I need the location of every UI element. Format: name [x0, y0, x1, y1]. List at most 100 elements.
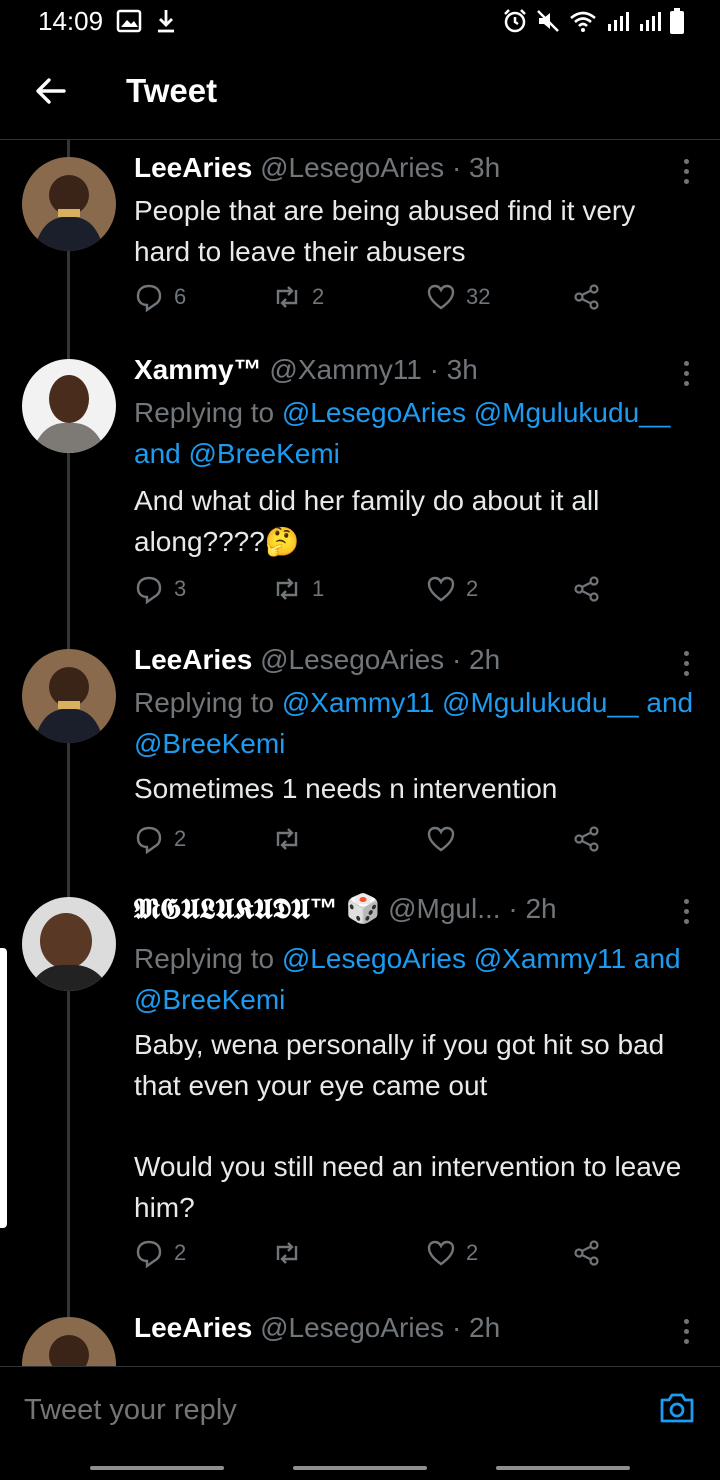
- mention-link[interactable]: @Mgulukudu__: [474, 397, 671, 428]
- status-bar: 14:09: [0, 0, 720, 44]
- reply-button[interactable]: 6: [134, 282, 186, 312]
- tweet[interactable]: LeeAries @LesegoAries · 2h: [0, 1312, 720, 1366]
- like-button[interactable]: 32: [426, 282, 490, 312]
- like-count: 2: [466, 576, 479, 601]
- tweet-author-handle[interactable]: @LesegoAries: [260, 152, 444, 183]
- tweet-text: People that are being abused find it ver…: [134, 195, 636, 267]
- tweet-author-name[interactable]: 𝕸𝕲𝖀𝕷𝖀𝕶𝖀𝕯𝖀™ 🎲: [134, 893, 380, 924]
- replying-to-label: Replying to: [134, 687, 275, 718]
- mention-link[interactable]: @Xammy11: [282, 687, 434, 718]
- heart-icon: [427, 284, 455, 310]
- more-options-icon[interactable]: [678, 648, 694, 678]
- mention-link[interactable]: @Xammy11: [474, 943, 626, 974]
- retweet-icon: [276, 286, 298, 308]
- reply-count: 3: [174, 576, 187, 601]
- like-button[interactable]: [426, 824, 456, 854]
- mention-link[interactable]: @LesegoAries: [282, 943, 466, 974]
- gallery-icon: [116, 9, 142, 33]
- reply-button[interactable]: 2: [134, 824, 186, 854]
- mention-link[interactable]: @BreeKemi: [134, 984, 285, 1015]
- avatar[interactable]: [22, 1317, 116, 1366]
- avatar[interactable]: [22, 897, 116, 991]
- nav-recents[interactable]: [90, 1466, 224, 1470]
- replying-to: Replying to @Xammy11 @Mgulukudu__ and @B…: [134, 682, 704, 764]
- tweet[interactable]: 𝕸𝕲𝖀𝕷𝖀𝕶𝖀𝕯𝖀™ 🎲 @Mgul... · 2h Replying to @…: [0, 892, 720, 1292]
- tweet[interactable]: LeeAries @LesegoAries · 3h People that a…: [0, 152, 720, 332]
- tweet-actions: 6 2 32: [134, 282, 614, 322]
- and-label: and: [134, 438, 181, 469]
- more-options-icon[interactable]: [678, 1316, 694, 1346]
- like-button[interactable]: 2: [426, 1238, 478, 1268]
- battery-icon: [670, 8, 684, 34]
- share-button[interactable]: [572, 282, 602, 312]
- tweet[interactable]: Xammy™ @Xammy11 · 3h Replying to @Lesego…: [0, 354, 720, 624]
- avatar[interactable]: [22, 157, 116, 251]
- retweet-count: 2: [312, 284, 325, 309]
- mention-link[interactable]: @LesegoAries: [282, 397, 466, 428]
- share-icon: [574, 284, 599, 310]
- tweet-author-name[interactable]: LeeAries: [134, 152, 252, 183]
- reply-button[interactable]: 3: [134, 574, 186, 604]
- share-icon: [574, 576, 599, 602]
- back-arrow-icon[interactable]: [34, 74, 68, 108]
- retweet-button[interactable]: 2: [272, 282, 324, 312]
- tweet-actions: 3 1 2: [134, 574, 614, 614]
- replying-to-label: Replying to: [134, 943, 275, 974]
- tweet-author-name[interactable]: LeeAries: [134, 1312, 252, 1343]
- reply-icon: [136, 1240, 162, 1268]
- reply-composer: [0, 1366, 720, 1445]
- tweet-author-handle[interactable]: @LesegoAries: [260, 644, 444, 675]
- and-label: and: [633, 943, 681, 974]
- heart-icon: [427, 826, 455, 852]
- retweet-count: 1: [312, 576, 325, 601]
- retweet-button[interactable]: 1: [272, 574, 324, 604]
- tweet[interactable]: LeeAries @LesegoAries · 2h Replying to @…: [0, 644, 720, 864]
- status-time: 14:09: [38, 6, 104, 36]
- reply-count: 6: [174, 284, 187, 309]
- retweet-button[interactable]: [272, 824, 302, 854]
- system-nav-bar: [0, 1444, 720, 1480]
- tweet-actions: 2: [134, 824, 614, 864]
- mention-link[interactable]: @BreeKemi: [189, 438, 340, 469]
- tweet-author-handle[interactable]: @Mgul...: [388, 893, 500, 924]
- share-icon: [574, 826, 599, 852]
- share-icon: [574, 1240, 599, 1266]
- signal-icon: [608, 12, 629, 31]
- tweet-time: · 2h: [451, 1312, 501, 1343]
- avatar[interactable]: [22, 359, 116, 453]
- more-options-icon[interactable]: [678, 156, 694, 186]
- download-icon: [158, 10, 174, 33]
- heart-icon: [427, 1240, 455, 1266]
- heart-icon: [427, 576, 455, 602]
- reply-button[interactable]: 2: [134, 1238, 186, 1268]
- more-options-icon[interactable]: [678, 358, 694, 388]
- tweet-author-handle[interactable]: @LesegoAries: [260, 1312, 444, 1343]
- like-button[interactable]: 2: [426, 574, 478, 604]
- more-options-icon[interactable]: [678, 896, 694, 926]
- alarm-icon: [504, 9, 526, 33]
- share-button[interactable]: [572, 574, 602, 604]
- tweet-time: · 2h: [508, 893, 557, 924]
- tweet-time: · 3h: [451, 152, 501, 183]
- mention-link[interactable]: @Mgulukudu__: [442, 687, 639, 718]
- header: Tweet: [0, 44, 720, 140]
- nav-back[interactable]: [496, 1466, 630, 1470]
- tweet-actions: 2 2: [134, 1238, 614, 1278]
- page-title: Tweet: [126, 72, 218, 109]
- reply-count: 2: [174, 826, 187, 851]
- share-button[interactable]: [572, 1238, 602, 1268]
- reply-icon: [136, 284, 162, 312]
- retweet-button[interactable]: [272, 1238, 302, 1268]
- mention-link[interactable]: @BreeKemi: [134, 728, 285, 759]
- tweet-author-handle[interactable]: @Xammy11: [269, 354, 421, 385]
- reply-input[interactable]: [22, 1393, 626, 1428]
- edge-panel-handle[interactable]: [0, 948, 7, 1228]
- tweet-author-name[interactable]: Xammy™: [134, 354, 262, 385]
- share-button[interactable]: [572, 824, 602, 854]
- camera-icon[interactable]: [658, 1391, 696, 1425]
- tweet-author-name[interactable]: LeeAries: [134, 644, 252, 675]
- signal-icon-2: [640, 12, 661, 31]
- wifi-icon: [570, 11, 596, 32]
- nav-home[interactable]: [293, 1466, 427, 1470]
- avatar[interactable]: [22, 649, 116, 743]
